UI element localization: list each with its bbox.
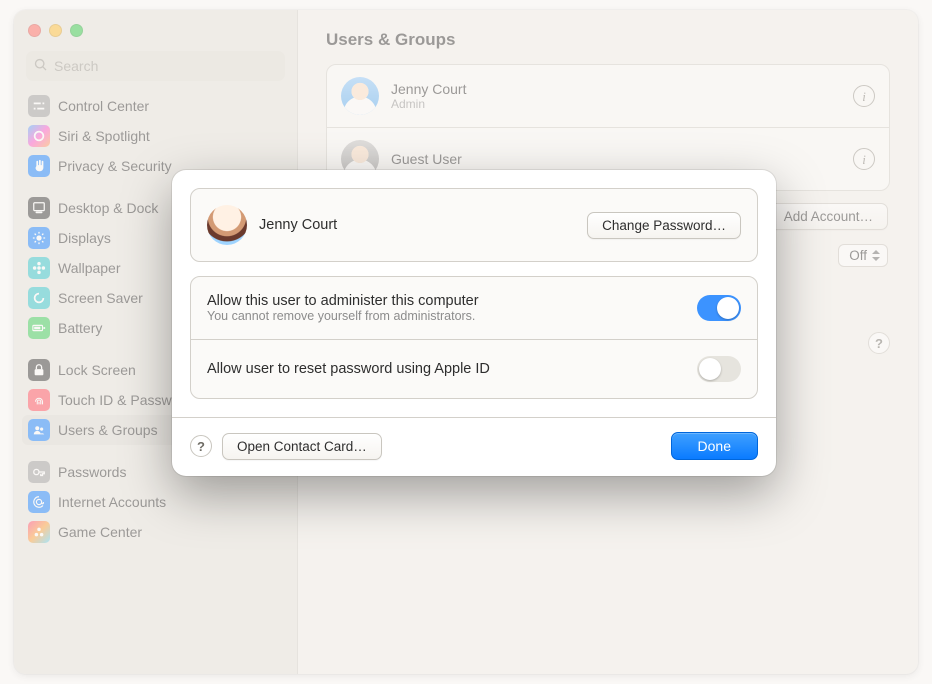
user-detail-sheet: Jenny Court Change Password… Allow this …: [172, 170, 776, 476]
admin-toggle[interactable]: [697, 295, 741, 321]
reset-appleid-toggle[interactable]: [697, 356, 741, 382]
sheet-user-name: Jenny Court: [259, 217, 575, 233]
open-contact-card-button[interactable]: Open Contact Card…: [222, 433, 382, 460]
reset-toggle-label: Allow user to reset password using Apple…: [207, 361, 685, 377]
admin-toggle-hint: You cannot remove yourself from administ…: [207, 309, 685, 323]
admin-toggle-label: Allow this user to administer this compu…: [207, 293, 685, 309]
done-button[interactable]: Done: [671, 432, 758, 460]
avatar: [207, 205, 247, 245]
change-password-button[interactable]: Change Password…: [587, 212, 741, 239]
sheet-help-button[interactable]: ?: [190, 435, 212, 457]
